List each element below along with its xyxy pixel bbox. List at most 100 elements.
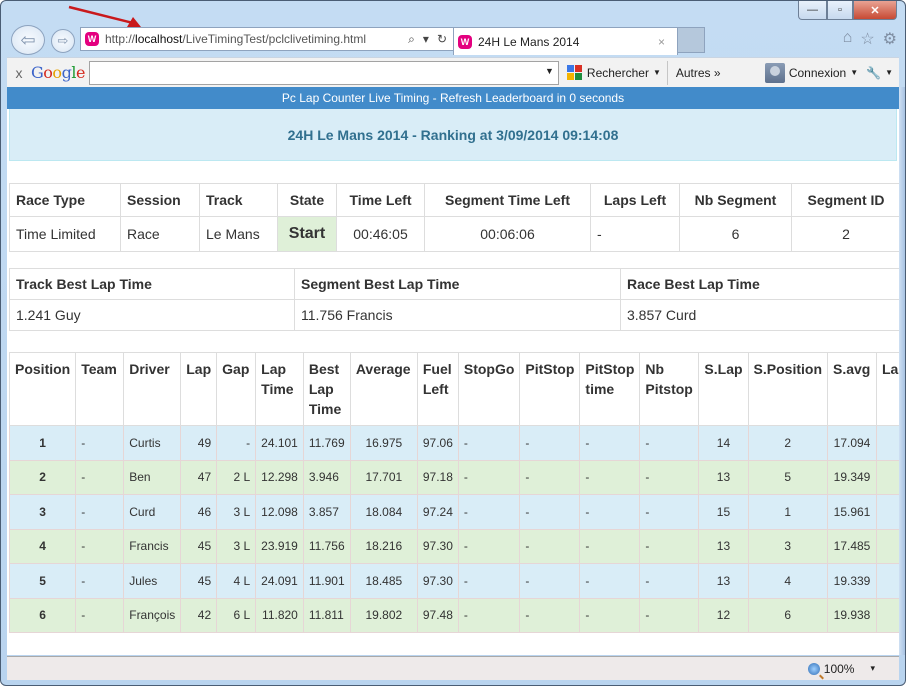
cell-s-lap: 13 [698, 528, 749, 564]
cell-average: 17.701 [349, 459, 418, 495]
more-label: Autres » [675, 65, 721, 80]
cell-lap-time: 23.919 [255, 528, 304, 564]
zoom-magnifier-icon [807, 662, 820, 675]
favorites-star-icon[interactable]: ☆ [860, 29, 874, 49]
tab-close-icon[interactable]: × [658, 35, 665, 49]
header-lap: Lap [180, 352, 218, 426]
cell-nb-pitstop: - [639, 425, 700, 461]
cell-s-position: 1 [747, 494, 829, 530]
minimize-button[interactable]: — [798, 1, 827, 20]
home-icon[interactable]: ⌂ [843, 29, 853, 49]
zoom-level[interactable]: 100% [824, 662, 855, 676]
tab-24h-le-mans[interactable]: W 24H Le Mans 2014 × [453, 27, 678, 55]
header-s-lap: S.Lap [698, 352, 749, 426]
leaderboard-row: 1- Curtis 49-24.101 11.769 16.975 97.06- - - -14… [8, 425, 899, 461]
cell-position: 5 [8, 563, 77, 599]
url-path: /LiveTimingTest/pclclivetiming.html [182, 32, 367, 46]
header-race-type: Race Type [9, 183, 121, 217]
cell-stopgo: - [457, 528, 521, 564]
cell-fuel-left: 97.48 [416, 597, 459, 633]
user-avatar-icon [764, 62, 785, 83]
header-fuel-left: Fuel Left [416, 352, 459, 426]
cell-pitstop-time: - [579, 528, 641, 564]
leaderboard-row: 6- François 42 6 L 11.820 11.811 19.802 97.48- -… [8, 597, 899, 633]
cell-average: 18.216 [349, 528, 418, 564]
cell-fuel-left: 97.30 [416, 563, 459, 599]
header-nb-segment: Nb Segment [679, 183, 792, 217]
signin-label: Connexion [788, 65, 847, 80]
track-value: Le Mans [199, 216, 278, 252]
leaderboard-body: 1- Curtis 49-24.101 11.769 16.975 97.06- - - -14… [8, 425, 899, 633]
cell-lap-time: 12.298 [255, 459, 304, 495]
cell-best-lap-time: 3.946 [302, 459, 351, 495]
vertical-scrollbar[interactable] [899, 87, 905, 655]
cell-nb-pitstop: - [639, 597, 700, 633]
google-search-input[interactable] [89, 61, 558, 84]
close-window-button[interactable]: ✕ [853, 1, 897, 20]
cell-gap: 3 L [216, 494, 257, 530]
header-s-avg: S.avg [827, 352, 877, 426]
cell-position: 3 [8, 494, 77, 530]
search-icon[interactable]: ⌕ [408, 32, 415, 47]
zoom-dropdown-icon[interactable]: ▾ [870, 663, 875, 674]
maximize-button[interactable]: ▫ [827, 1, 853, 20]
header-segment-id: Segment ID [791, 183, 899, 217]
cell-gap: 6 L [216, 597, 257, 633]
signin-button[interactable]: Connexion ▼ [764, 62, 859, 83]
signin-caret-icon: ▼ [850, 68, 859, 77]
google-search-dropdown-icon[interactable]: ▼ [545, 66, 554, 76]
cell-team: - [75, 597, 125, 633]
google-search-button[interactable]: Rechercher ▼ [566, 64, 661, 81]
header-time-left: Time Left [336, 183, 425, 217]
cell-pitstop: - [519, 528, 581, 564]
wrench-button[interactable]: 🔧 ▼ [866, 66, 893, 80]
window-controls: — ▫ ✕ [798, 1, 897, 20]
cell-lap-time: 24.091 [255, 563, 304, 599]
more-button[interactable]: Autres » [676, 66, 721, 80]
forward-button[interactable]: ⇨ [51, 29, 75, 53]
leaderboard-row: 4- Francis 45 3 L 23.919 11.756 18.216 97.30- - -… [8, 528, 899, 564]
settings-gear-icon[interactable]: ⚙ [883, 29, 897, 49]
tab-favicon-icon: W [458, 34, 472, 49]
cell-position: 4 [8, 528, 77, 564]
google-search-box: ▼ [88, 60, 559, 85]
cell-team: - [75, 528, 125, 564]
google-toolbar-close-icon[interactable]: x [7, 65, 31, 81]
state-badge: Start [277, 216, 337, 252]
wrench-caret-icon: ▼ [885, 68, 893, 77]
refresh-icon[interactable]: ↻ [437, 32, 447, 47]
address-bar[interactable]: W http://localhost/LiveTimingTest/pclcli… [80, 27, 454, 51]
url-text[interactable]: http://localhost/LiveTimingTest/pclclive… [105, 32, 366, 46]
google-logo: Google [31, 63, 85, 82]
cell-driver: Francis [123, 528, 182, 564]
track-best-value: 1.241 Guy [9, 299, 295, 331]
time-left-value: 00:46:05 [336, 216, 425, 252]
cell-s-avg: 19.339 [827, 563, 877, 599]
cell-stopgo: - [457, 425, 521, 461]
site-favicon-icon: W [85, 32, 99, 46]
search-caret-icon[interactable]: ▼ [653, 68, 661, 77]
header-race-best: Race Best Lap Time [620, 268, 899, 300]
cell-lap: 47 [180, 459, 218, 495]
cell-lap-extra: 5 [876, 459, 899, 495]
url-prefix: http:// [105, 32, 136, 46]
address-dropdown-icon[interactable]: ▾ [423, 32, 429, 47]
header-nb-pitstop: Nb Pitstop [639, 352, 700, 426]
back-button[interactable]: ⇦ [11, 25, 45, 55]
header-driver: Driver [123, 352, 182, 426]
new-tab-button[interactable] [678, 27, 705, 53]
cell-gap: - [216, 425, 257, 461]
leaderboard-row: 5- Jules 45 4 L 24.091 11.901 18.485 97.30- - - -1… [8, 563, 899, 599]
header-lap-time: Lap Time [255, 352, 304, 426]
status-bar: 100% ▾ [7, 656, 899, 680]
browser-toolbar-icons: ⌂ ☆ ⚙ [843, 29, 897, 49]
cell-s-lap: 14 [698, 425, 749, 461]
cell-nb-pitstop: - [639, 459, 700, 495]
wrench-icon: 🔧 [866, 65, 882, 80]
race-info-table: Race Type Session Track State Time Left … [9, 183, 899, 252]
cell-s-avg: 17.094 [827, 425, 877, 461]
cell-s-position: 3 [747, 528, 829, 564]
cell-stopgo: - [457, 563, 521, 599]
header-track-best: Track Best Lap Time [9, 268, 295, 300]
cell-pitstop: - [519, 425, 581, 461]
